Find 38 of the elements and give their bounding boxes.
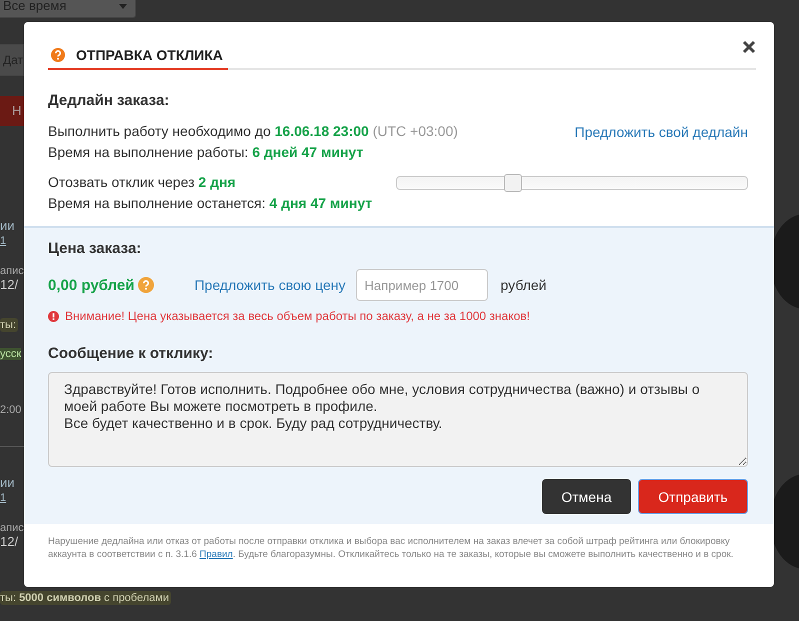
propose-deadline-link[interactable]: Предложить свой дедлайн: [574, 124, 748, 140]
dialog-title: ОТПРАВКА ОТКЛИКА: [76, 47, 223, 63]
withdraw-text: Отозвать отклик через 2 дня: [48, 173, 237, 192]
remaining-text: Время на выполнение останется: 4 дня 47 минут: [48, 194, 372, 213]
close-icon[interactable]: [742, 40, 756, 54]
submit-button[interactable]: Отправить: [638, 479, 748, 514]
order-title: ии: [0, 218, 16, 233]
price-input[interactable]: Например 1700: [356, 269, 488, 301]
order-link[interactable]: 1: [0, 492, 24, 504]
help-icon: [50, 47, 66, 63]
price-amount: 0,00 рублей: [48, 276, 134, 294]
propose-price-link[interactable]: Предложить свою цену: [194, 277, 346, 293]
disclaimer-text: Нарушение дедлайна или отказ от работы после отправки отклика и выбора вас исполнителем на заказ влечет за собой штраф рейтинга или блокировку аккаунта в соответствии с п. 3.1.6 Правил. Будьте благоразумны. Откликайтесь только на те заказы, которые вы сможете выполнить качественно и в срок.: [47, 535, 734, 562]
order-date: 12/: [0, 534, 20, 549]
order-link[interactable]: 1: [0, 235, 24, 247]
duration-text: Время на выполнение работы: 6 дней 47 минут: [48, 143, 364, 162]
section-heading: Цена заказа:: [48, 240, 142, 257]
message-field[interactable]: Здравствуйте! Готов исполнить. Подробнее обо мне, условия сотрудничества (важно) и отзывы о моей работе Вы можете посмотреть в профиле. Все будет качественно и в срок. Буду рад сотрудничеству.: [48, 372, 748, 467]
page-button[interactable]: Н: [0, 96, 24, 126]
slider-thumb[interactable]: [504, 174, 522, 192]
section-heading: Дедлайн заказа:: [48, 92, 170, 109]
order-tag: ты:: [0, 318, 18, 332]
section-heading: Сообщение к отклику:: [48, 345, 214, 362]
order-label: апис: [0, 522, 24, 534]
caret-icon: [119, 4, 127, 9]
deadline-text: Выполнить работу необходимо до 16.06.18 23:00 (UTC +03:00): [48, 122, 458, 141]
cancel-button[interactable]: Отмена: [542, 479, 631, 514]
currency-label: рублей: [500, 277, 546, 293]
rules-link[interactable]: Правил: [200, 549, 233, 560]
order-title: ии: [0, 475, 16, 490]
warning-text: Внимание! Цена указывается за весь объем работы по заказу, а не за 1000 знаков!: [65, 309, 530, 323]
order-date: 12/: [0, 277, 20, 292]
warning-icon: [48, 310, 59, 322]
language-tag: усск: [0, 348, 22, 360]
help-icon[interactable]: [138, 277, 154, 293]
order-label: апис: [0, 265, 24, 277]
order-tag: ты: 5000 символов с пробелами: [0, 591, 171, 605]
order-time: 2:00: [0, 404, 22, 416]
